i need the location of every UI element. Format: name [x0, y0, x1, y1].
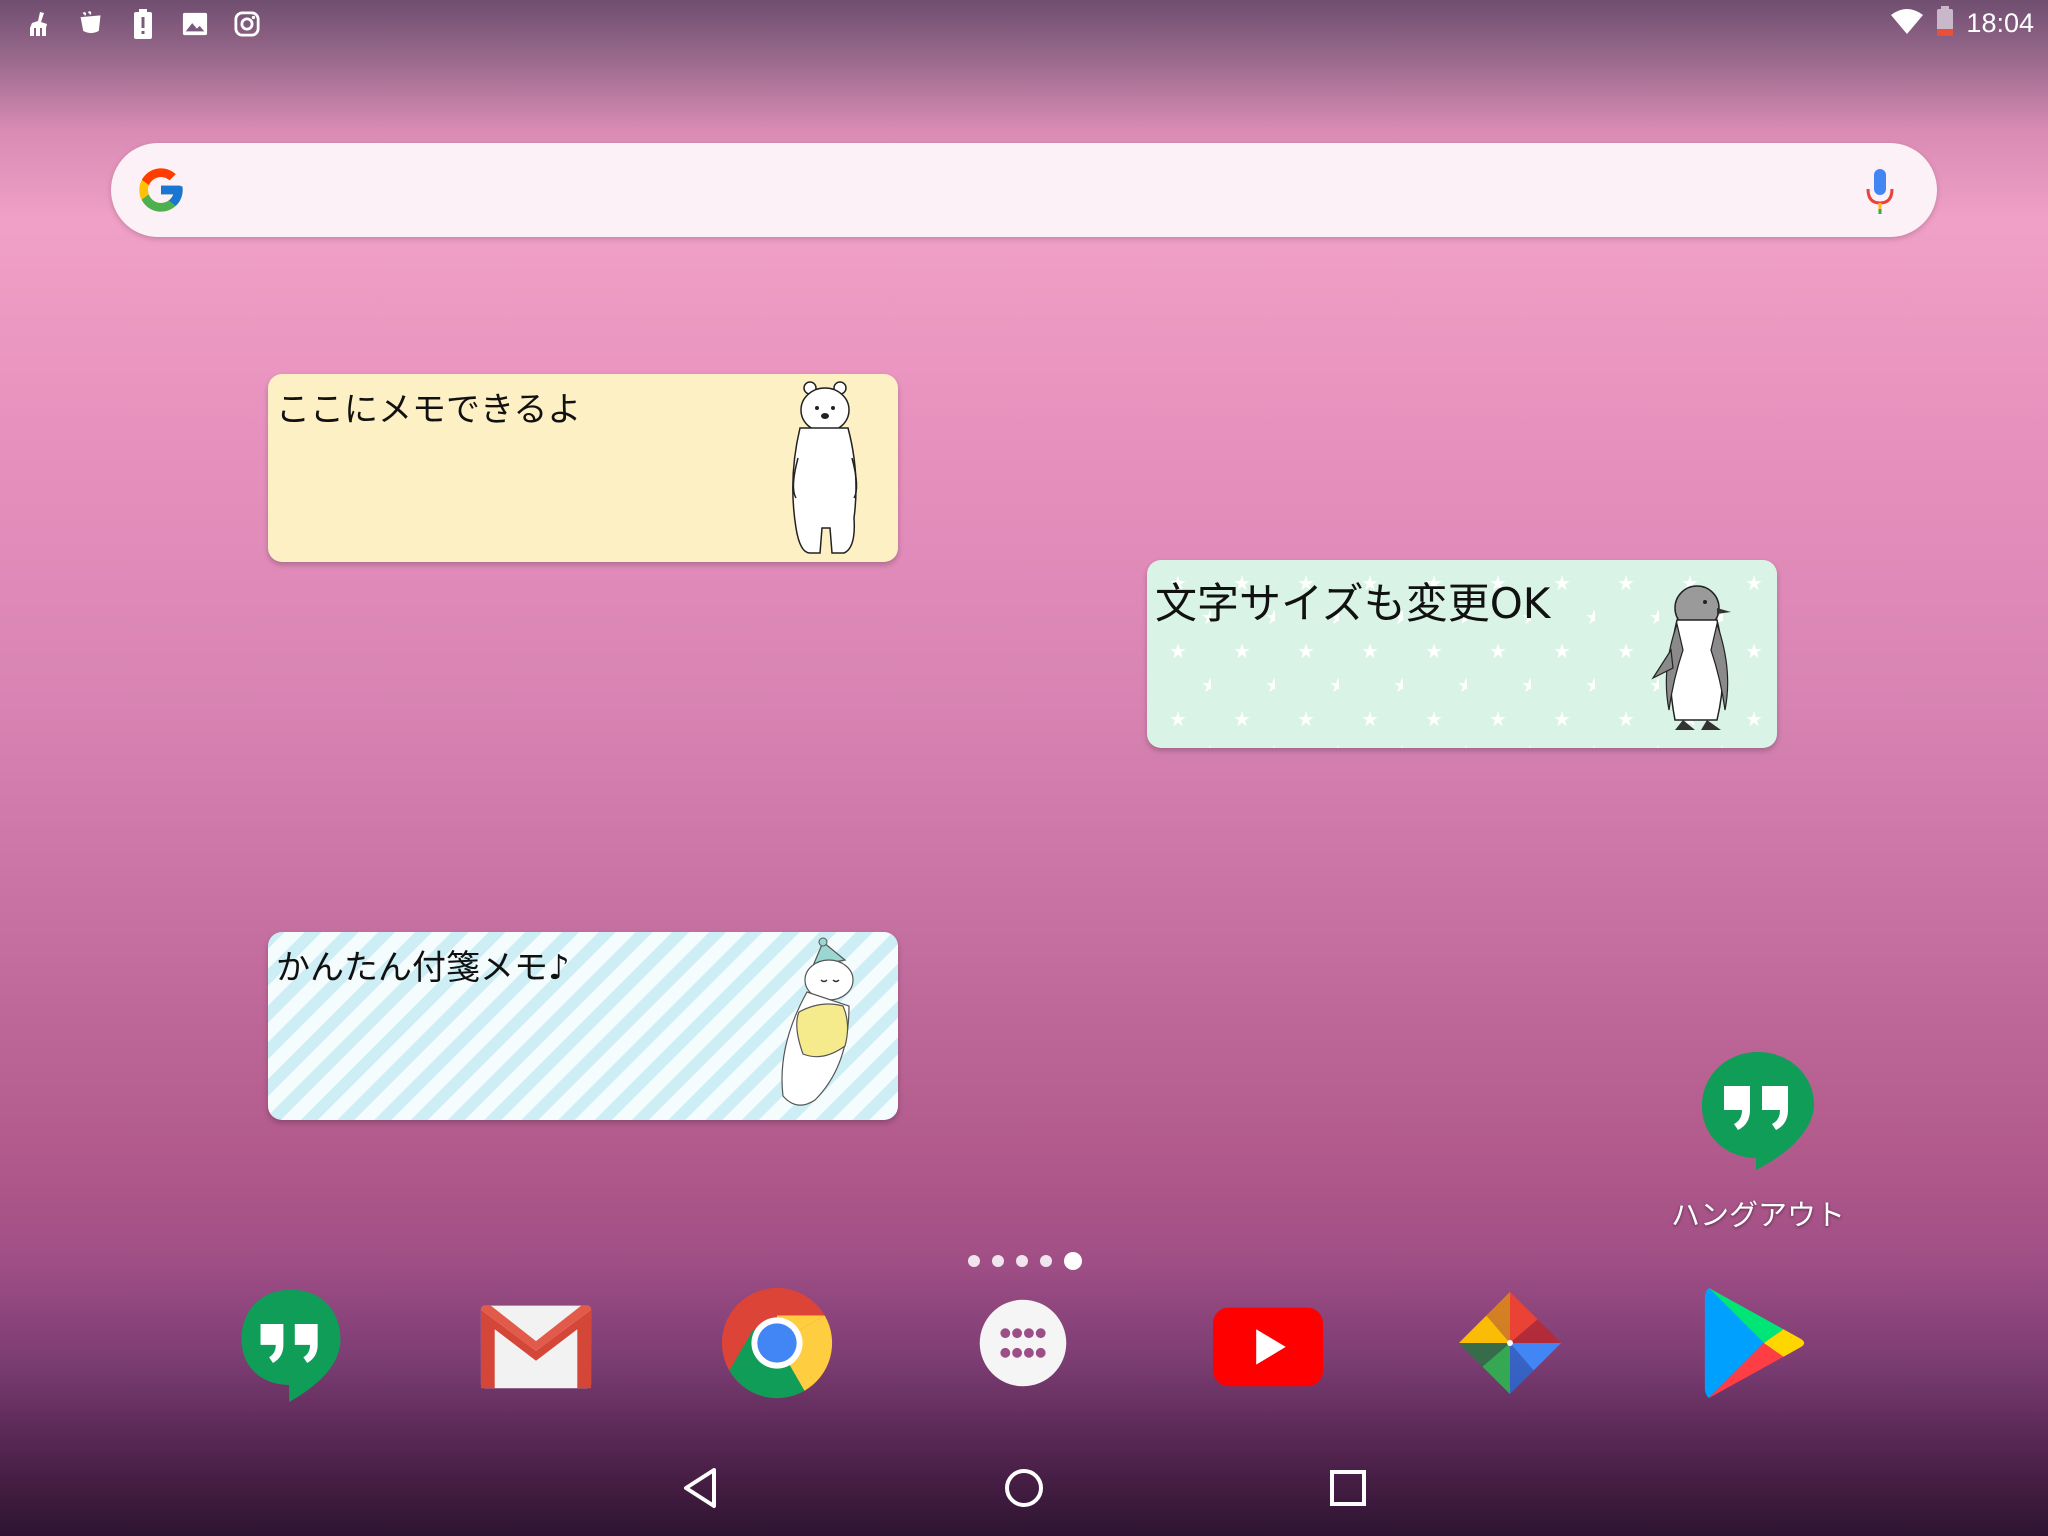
recents-icon[interactable] — [1318, 1458, 1378, 1518]
broom-icon — [26, 10, 52, 38]
page-dot[interactable] — [1016, 1255, 1028, 1267]
search-input[interactable] — [211, 163, 1827, 217]
app-drawer-icon[interactable] — [964, 1284, 1082, 1402]
memo-widget[interactable]: ★ ★ 文字サイズも変更OK — [1147, 560, 1777, 748]
gmail-icon[interactable] — [477, 1286, 595, 1404]
page-dot[interactable] — [968, 1255, 980, 1267]
sleeping-bear-illustration — [781, 937, 854, 1106]
wifi-icon — [1890, 7, 1924, 39]
memo-text: ここにメモできるよ — [276, 390, 582, 430]
hangouts-icon — [1702, 1052, 1814, 1170]
status-bar: 18:04 — [0, 0, 2048, 48]
instagram-icon — [234, 10, 260, 38]
page-dot[interactable] — [1040, 1255, 1052, 1267]
hangouts-shortcut[interactable]: ハングアウト — [1664, 1046, 1852, 1236]
penguin-illustration — [1651, 585, 1731, 730]
home-icon[interactable] — [994, 1458, 1054, 1518]
google-g-icon — [135, 164, 187, 216]
page-indicator[interactable] — [968, 1252, 1082, 1270]
memo-text: 文字サイズも変更OK — [1155, 579, 1551, 628]
photos-icon[interactable] — [1451, 1284, 1569, 1402]
page-dot[interactable] — [992, 1255, 1004, 1267]
image-icon — [182, 10, 208, 38]
mic-icon[interactable] — [1863, 167, 1897, 215]
back-icon[interactable] — [670, 1458, 730, 1518]
notification-icons[interactable] — [26, 9, 260, 39]
youtube-icon[interactable] — [1209, 1284, 1327, 1402]
clock: 18:04 — [1966, 7, 2034, 38]
memo-widget[interactable]: かんたん付箋メモ♪ — [268, 932, 898, 1120]
cup-icon — [78, 10, 104, 38]
hangouts-icon[interactable] — [232, 1284, 350, 1402]
page-dot-active[interactable] — [1064, 1252, 1082, 1270]
polar-bear-illustration — [792, 381, 858, 554]
chrome-icon[interactable] — [718, 1284, 836, 1402]
system-status[interactable]: 18:04 — [1890, 6, 2034, 40]
memo-widget[interactable]: ここにメモできるよ — [268, 374, 898, 562]
play-store-icon[interactable] — [1695, 1284, 1813, 1402]
shortcut-label: ハングアウト — [1670, 1198, 1845, 1232]
memo-text: かんたん付箋メモ♪ — [276, 948, 570, 988]
battery-alert-icon — [130, 9, 156, 39]
google-search-bar[interactable] — [111, 143, 1937, 237]
battery-icon — [1936, 6, 1954, 40]
